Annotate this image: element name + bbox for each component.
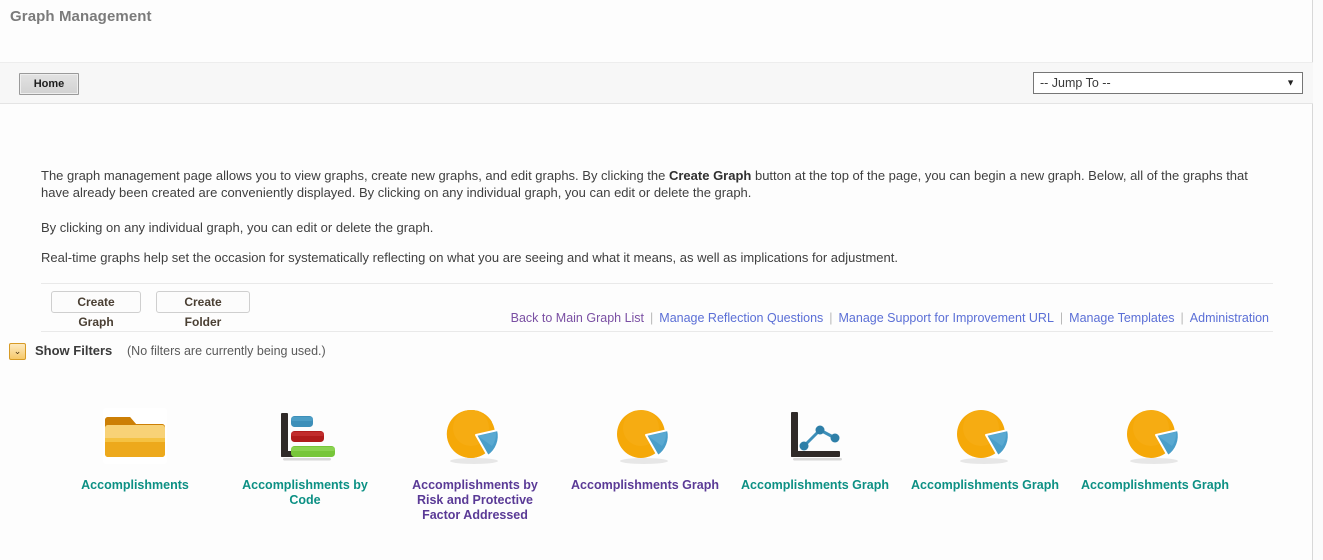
icon-container bbox=[220, 404, 390, 466]
pie-chart-icon bbox=[617, 410, 670, 464]
graph-item-accomplishments-by-risk-factor[interactable]: Accomplishments by Risk and Protective F… bbox=[390, 404, 560, 523]
line-chart-icon bbox=[791, 412, 842, 461]
jump-to-select[interactable]: -- Jump To -- ▼ bbox=[1033, 72, 1303, 94]
show-filters-label[interactable]: Show Filters bbox=[35, 343, 112, 358]
create-graph-button[interactable]: Create Graph bbox=[51, 291, 141, 329]
page-frame: Graph Management Home -- Jump To -- ▼ Th… bbox=[0, 0, 1313, 560]
intro-p1-before: The graph management page allows you to … bbox=[41, 168, 669, 183]
divider-bottom bbox=[41, 331, 1273, 332]
graph-item-label: Accomplishments Graph bbox=[571, 478, 719, 492]
toolbar: Home -- Jump To -- ▼ bbox=[0, 62, 1313, 104]
folder-icon bbox=[103, 408, 167, 464]
icon-container bbox=[730, 404, 900, 466]
link-manage-templates[interactable]: Manage Templates bbox=[1069, 311, 1174, 325]
pie-chart-icon bbox=[957, 410, 1010, 464]
graph-item-folder-accomplishments[interactable]: Accomplishments bbox=[50, 404, 220, 493]
link-manage-support-for-improvement-url[interactable]: Manage Support for Improvement URL bbox=[839, 311, 1054, 325]
intro-paragraph-3: Real-time graphs help set the occasion f… bbox=[41, 250, 898, 265]
graph-item-accomplishments-graph-2[interactable]: Accomplishments Graph bbox=[730, 404, 900, 493]
pie-chart-icon bbox=[446, 409, 500, 464]
intro-paragraph-2: By clicking on any individual graph, you… bbox=[41, 220, 434, 235]
create-folder-button[interactable]: Create Folder bbox=[156, 291, 250, 329]
link-manage-reflection-questions[interactable]: Manage Reflection Questions bbox=[659, 311, 823, 325]
graph-item-label: Accomplishments by Risk and Protective F… bbox=[412, 478, 538, 522]
icon-container bbox=[50, 404, 220, 466]
graph-item-label: Accomplishments Graph bbox=[911, 478, 1059, 492]
page-root: Graph Management Home -- Jump To -- ▼ Th… bbox=[0, 0, 1323, 560]
link-back-to-main-graph-list[interactable]: Back to Main Graph List bbox=[511, 311, 644, 325]
home-button[interactable]: Home bbox=[19, 73, 79, 95]
icon-container bbox=[390, 404, 560, 466]
bar-chart-icon bbox=[281, 413, 335, 461]
graph-item-accomplishments-graph-4[interactable]: Accomplishments Graph bbox=[1070, 404, 1240, 493]
chevron-down-icon: ▼ bbox=[1286, 77, 1295, 88]
graph-item-label: Accomplishments Graph bbox=[1081, 478, 1229, 492]
graph-item-label: Accomplishments by Code bbox=[242, 478, 368, 507]
show-filters-toggle-icon[interactable]: ⌄ bbox=[9, 343, 26, 360]
graph-item-accomplishments-by-code[interactable]: Accomplishments by Code bbox=[220, 404, 390, 508]
link-separator: | bbox=[650, 311, 654, 325]
graph-item-label: Accomplishments bbox=[81, 478, 189, 492]
intro-p1-bold: Create Graph bbox=[668, 168, 752, 183]
jump-to-value: -- Jump To -- bbox=[1040, 76, 1111, 90]
graph-item-accomplishments-graph-1[interactable]: Accomplishments Graph bbox=[560, 404, 730, 493]
page-title: Graph Management bbox=[10, 8, 152, 25]
graph-grid: Accomplishments Accomplishments by Code … bbox=[0, 404, 1313, 523]
link-administration[interactable]: Administration bbox=[1190, 311, 1269, 325]
divider-top bbox=[41, 283, 1273, 284]
link-separator: | bbox=[829, 311, 833, 325]
filters-row: ⌄ Show Filters (No filters are currently… bbox=[0, 341, 1313, 365]
utility-links: Back to Main Graph List | Manage Reflectio… bbox=[511, 311, 1269, 325]
graph-item-accomplishments-graph-3[interactable]: Accomplishments Graph bbox=[900, 404, 1070, 493]
icon-container bbox=[900, 404, 1070, 466]
icon-container bbox=[1070, 404, 1240, 466]
link-separator: | bbox=[1059, 311, 1064, 325]
intro-paragraph-1: The graph management page allows you to … bbox=[0, 167, 1316, 201]
link-separator: | bbox=[1180, 311, 1184, 325]
pie-chart-icon bbox=[1127, 410, 1180, 464]
actions-row: Create Graph Create Folder Back to Main … bbox=[0, 291, 1313, 329]
icon-container bbox=[560, 404, 730, 466]
filters-status-note: (No filters are currently being used.) bbox=[127, 344, 326, 358]
graph-item-label: Accomplishments Graph bbox=[741, 478, 889, 492]
